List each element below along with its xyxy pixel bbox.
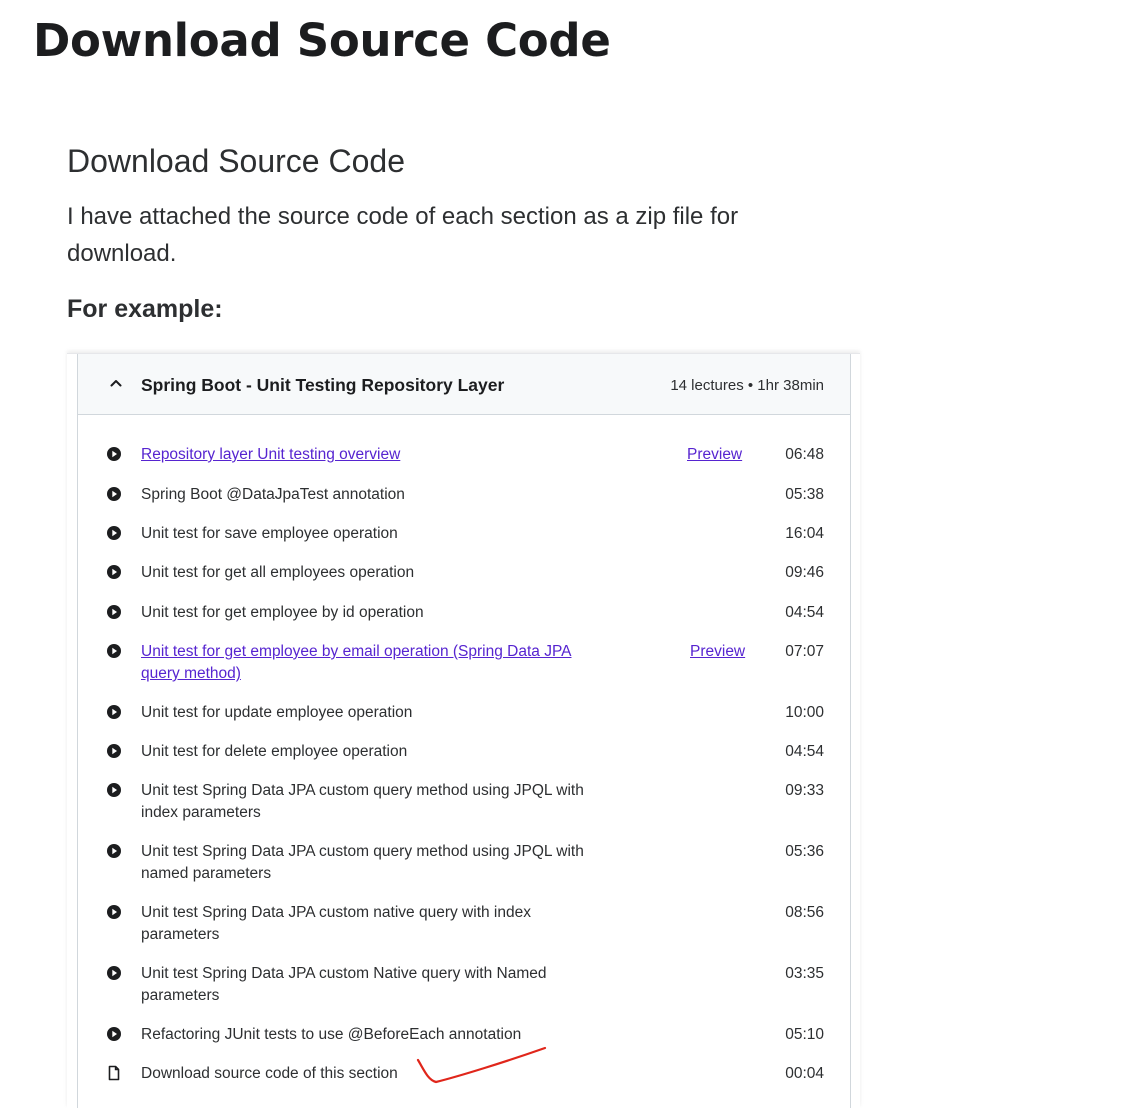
lecture-duration: 10:00 [785,704,824,721]
section-title: Spring Boot - Unit Testing Repository La… [141,375,505,395]
play-circle-icon [107,1027,121,1041]
lecture-duration: 09:33 [785,782,824,799]
lecture-duration: 04:54 [785,743,824,760]
lecture-title: Unit test Spring Data JPA custom native … [141,904,531,943]
lecture-duration: 04:54 [785,604,824,621]
file-icon [108,1065,120,1081]
chevron-up-icon[interactable] [108,375,124,391]
section-meta: 14 lectures • 1hr 38min [670,377,824,394]
preview-link[interactable]: Preview [690,641,745,663]
play-circle-icon [107,744,121,758]
lecture-duration: 05:38 [785,486,824,503]
lecture-duration: 03:35 [785,965,824,982]
lecture-duration: 00:04 [785,1065,824,1082]
play-circle-icon [107,526,121,540]
red-underline-annotation [416,1046,547,1084]
lecture-title: Spring Boot @DataJpaTest annotation [141,486,405,503]
play-circle-icon [107,905,121,919]
play-circle-icon [107,966,121,980]
play-circle-icon [107,644,121,658]
lecture-title: Unit test for update employee operation [141,704,413,721]
play-circle-icon [107,565,121,579]
lecture-title: Unit test Spring Data JPA custom Native … [141,965,547,1004]
lecture-title[interactable]: Repository layer Unit testing overview [141,444,586,466]
lecture-title: Unit test Spring Data JPA custom query m… [141,843,584,882]
content-heading: Download Source Code [67,143,405,179]
lecture-duration: 07:07 [785,643,824,660]
lecture-duration: 06:48 [785,446,824,463]
lecture-title: Unit test Spring Data JPA custom query m… [141,782,584,821]
play-circle-icon [107,705,121,719]
lecture-title: Unit test for delete employee operation [141,743,408,760]
play-circle-icon [107,844,121,858]
section-header[interactable]: Spring Boot - Unit Testing Repository La… [78,354,850,415]
play-circle-icon [107,783,121,797]
preview-link[interactable]: Preview [687,444,742,466]
lecture-duration: 16:04 [785,525,824,542]
example-label: For example: [67,295,223,323]
description-text: I have attached the source code of each … [67,203,739,267]
example-screenshot: Spring Boot - Unit Testing Repository La… [67,353,860,1108]
curriculum-section: Spring Boot - Unit Testing Repository La… [77,354,851,1108]
lecture-title: Unit test for get all employees operatio… [141,564,415,581]
play-circle-icon [107,605,121,619]
lecture-duration: 05:36 [785,843,824,860]
page-title: Download Source Code [33,14,611,67]
lecture-title: Unit test for save employee operation [141,525,398,542]
lecture-duration: 08:56 [785,904,824,921]
lecture-duration: 09:46 [785,564,824,581]
lecture-duration: 05:10 [785,1026,824,1043]
play-circle-icon [107,487,121,501]
lecture-title[interactable]: Unit test for get employee by email oper… [141,641,581,685]
play-circle-icon [107,447,121,461]
lecture-title: Unit test for get employee by id operati… [141,604,424,621]
